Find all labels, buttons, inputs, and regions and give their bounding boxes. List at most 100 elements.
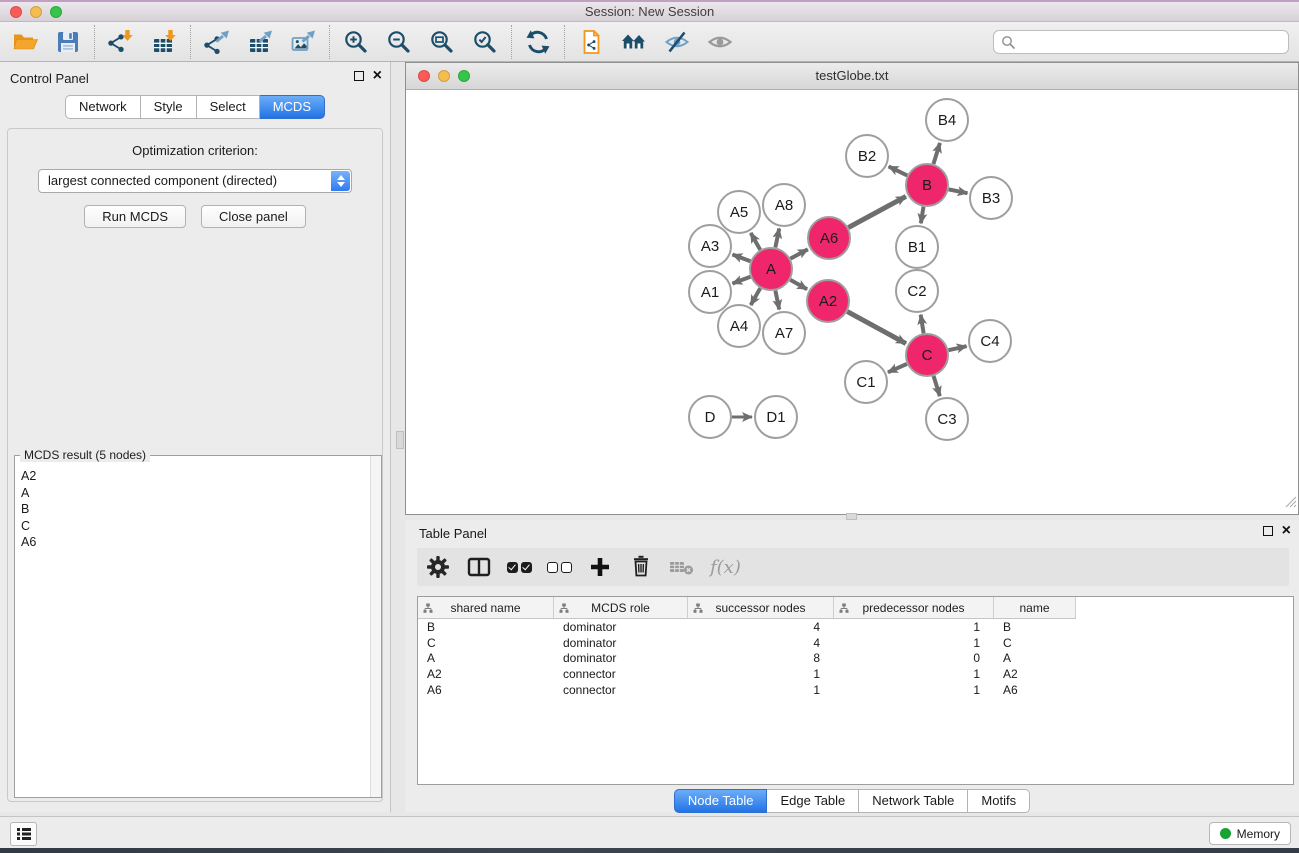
edge-C-C4[interactable] <box>948 346 966 350</box>
minimize-window-button[interactable] <box>30 6 42 18</box>
result-scrollbar[interactable] <box>370 456 381 797</box>
edge-A-A3[interactable] <box>732 254 750 261</box>
tab-network-table[interactable]: Network Table <box>859 789 968 813</box>
cell-shared-name[interactable]: C <box>418 636 554 650</box>
new-network-from-file-icon[interactable] <box>576 27 606 57</box>
add-column-icon[interactable] <box>587 554 613 580</box>
tab-style[interactable]: Style <box>141 95 197 119</box>
network-canvas[interactable]: B4B2BB3A8A5A6A3B1AC2A1A2A4A7C4CC1C3DD1 <box>406 90 1298 514</box>
cell-shared-name[interactable]: B <box>418 620 554 634</box>
cell-predecessor-nodes[interactable]: 1 <box>834 636 994 650</box>
resize-grip-icon[interactable] <box>1284 495 1297 513</box>
zoom-selected-icon[interactable] <box>470 27 500 57</box>
zoom-network-window-button[interactable] <box>458 70 470 82</box>
cell-predecessor-nodes[interactable]: 0 <box>834 651 994 665</box>
result-item[interactable]: C <box>21 518 369 535</box>
open-session-icon[interactable] <box>10 27 40 57</box>
export-network-icon[interactable] <box>202 27 232 57</box>
edge-A-A8[interactable] <box>775 229 779 248</box>
zoom-window-button[interactable] <box>50 6 62 18</box>
network-graph[interactable]: B4B2BB3A8A5A6A3B1AC2A1A2A4A7C4CC1C3DD1 <box>406 90 1298 514</box>
refresh-view-icon[interactable] <box>523 27 553 57</box>
close-table-panel-icon[interactable]: × <box>1282 526 1291 536</box>
zoom-out-icon[interactable] <box>384 27 414 57</box>
close-network-window-button[interactable] <box>418 70 430 82</box>
delete-column-icon[interactable] <box>628 554 654 580</box>
edge-B-B4[interactable] <box>933 143 939 164</box>
close-window-button[interactable] <box>10 6 22 18</box>
edge-A-A5[interactable] <box>751 233 760 250</box>
run-mcds-button[interactable]: Run MCDS <box>84 205 186 228</box>
save-session-icon[interactable] <box>53 27 83 57</box>
cell-name[interactable]: A <box>994 651 1076 665</box>
export-table-icon[interactable] <box>245 27 275 57</box>
table-settings-icon[interactable] <box>425 554 451 580</box>
result-item[interactable]: A <box>21 485 369 502</box>
edge-C-C1[interactable] <box>888 364 907 372</box>
show-graphics-details-icon[interactable] <box>705 27 735 57</box>
cell-MCDS-role[interactable]: dominator <box>554 651 688 665</box>
select-all-checks-icon[interactable] <box>507 562 532 573</box>
close-panel-button[interactable]: Close panel <box>201 205 306 228</box>
edge-B-B3[interactable] <box>949 189 968 193</box>
cell-predecessor-nodes[interactable]: 1 <box>834 683 994 697</box>
cell-MCDS-role[interactable]: connector <box>554 667 688 681</box>
cell-predecessor-nodes[interactable]: 1 <box>834 620 994 634</box>
memory-button[interactable]: Memory <box>1209 822 1291 845</box>
column-header-predecessor-nodes[interactable]: predecessor nodes <box>834 597 994 619</box>
edge-B-B2[interactable] <box>889 166 908 175</box>
close-panel-icon[interactable]: × <box>373 71 382 81</box>
cell-name[interactable]: A6 <box>994 683 1076 697</box>
export-image-icon[interactable] <box>288 27 318 57</box>
edge-C-C2[interactable] <box>921 315 924 334</box>
cell-successor-nodes[interactable]: 8 <box>688 651 834 665</box>
search-box[interactable] <box>993 30 1289 54</box>
float-panel-icon[interactable] <box>354 71 364 81</box>
edge-A-A7[interactable] <box>775 291 779 310</box>
tab-network[interactable]: Network <box>65 95 141 119</box>
edge-A-A1[interactable] <box>732 277 750 284</box>
cell-shared-name[interactable]: A2 <box>418 667 554 681</box>
result-item[interactable]: A6 <box>21 534 369 551</box>
panel-list-button[interactable] <box>10 822 37 846</box>
zoom-in-icon[interactable] <box>341 27 371 57</box>
edge-A2-C[interactable] <box>847 312 906 344</box>
zoom-fit-icon[interactable] <box>427 27 457 57</box>
horizontal-divider-handle[interactable] <box>846 513 857 520</box>
cell-MCDS-role[interactable]: dominator <box>554 636 688 650</box>
result-item[interactable]: B <box>21 501 369 518</box>
column-header-MCDS-role[interactable]: MCDS role <box>554 597 688 619</box>
hide-graphics-details-icon[interactable] <box>662 27 692 57</box>
edge-A6-B[interactable] <box>848 196 906 227</box>
edge-A-A4[interactable] <box>751 288 760 305</box>
edge-B-B1[interactable] <box>921 207 924 224</box>
app-titlebar[interactable]: Session: New Session <box>0 0 1299 22</box>
toggle-column-view-icon[interactable] <box>466 554 492 580</box>
cell-successor-nodes[interactable]: 1 <box>688 683 834 697</box>
cell-MCDS-role[interactable]: dominator <box>554 620 688 634</box>
vertical-divider-handle[interactable] <box>396 431 404 449</box>
cell-successor-nodes[interactable]: 4 <box>688 620 834 634</box>
cell-shared-name[interactable]: A6 <box>418 683 554 697</box>
edge-C-C3[interactable] <box>934 376 940 396</box>
criterion-dropdown[interactable]: largest connected component (directed) <box>38 169 352 193</box>
cell-successor-nodes[interactable]: 1 <box>688 667 834 681</box>
network-window-titlebar[interactable]: testGlobe.txt <box>406 63 1298 90</box>
import-network-icon[interactable] <box>106 27 136 57</box>
column-header-shared-name[interactable]: shared name <box>418 597 554 619</box>
tab-mcds[interactable]: MCDS <box>260 95 325 119</box>
cell-name[interactable]: C <box>994 636 1076 650</box>
tab-node-table[interactable]: Node Table <box>674 789 768 813</box>
column-header-successor-nodes[interactable]: successor nodes <box>688 597 834 619</box>
deselect-all-checks-icon[interactable] <box>547 562 572 573</box>
tab-edge-table[interactable]: Edge Table <box>767 789 859 813</box>
cell-name[interactable]: A2 <box>994 667 1076 681</box>
tab-motifs[interactable]: Motifs <box>968 789 1030 813</box>
edge-A-A6[interactable] <box>790 249 807 258</box>
minimize-network-window-button[interactable] <box>438 70 450 82</box>
float-table-panel-icon[interactable] <box>1263 526 1273 536</box>
cell-predecessor-nodes[interactable]: 1 <box>834 667 994 681</box>
show-home-panels-icon[interactable] <box>619 27 649 57</box>
column-header-name[interactable]: name <box>994 597 1076 619</box>
edge-A-A2[interactable] <box>790 280 807 289</box>
